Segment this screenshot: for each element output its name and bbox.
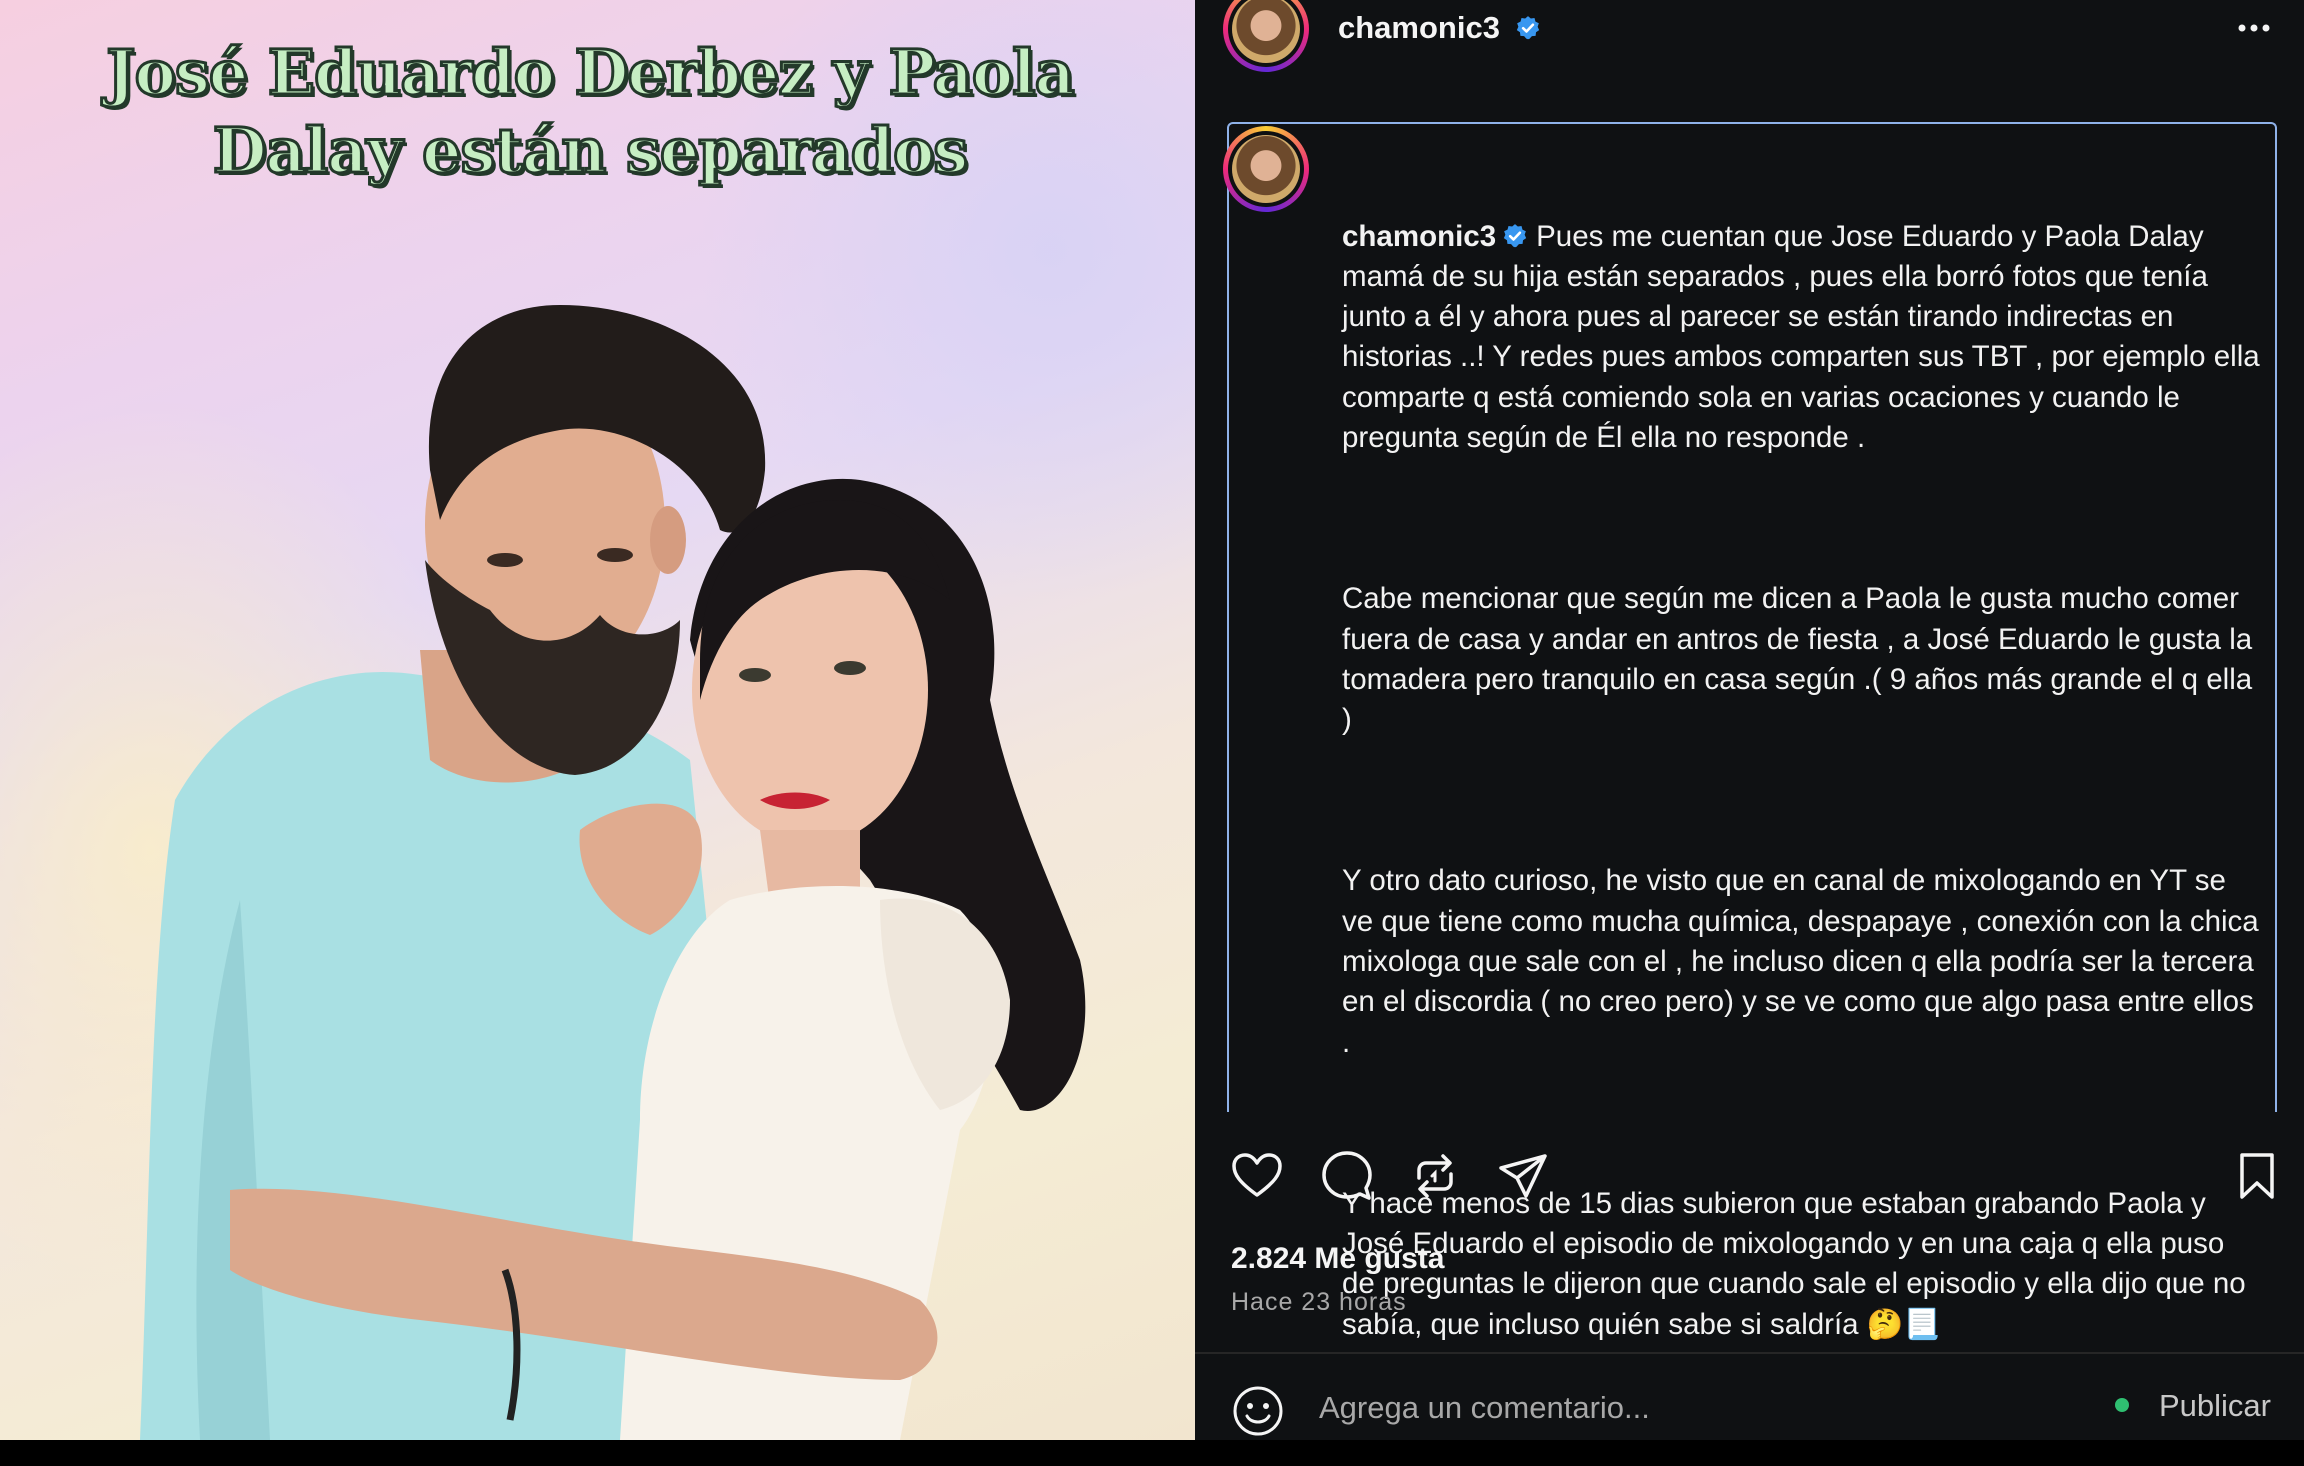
post-panel: chamonic3 chamonic3 Pues me cuentan que J…: [1195, 0, 2304, 1440]
like-button[interactable]: [1229, 1148, 1285, 1204]
post-timestamp[interactable]: Hace 23 horas: [1231, 1288, 1407, 1317]
post-image[interactable]: José Eduardo Derbez y Paola Dalay están …: [0, 0, 1195, 1440]
caption-paragraph-text: Pues me cuentan que Jose Eduardo y Paola…: [1342, 219, 2268, 455]
post-header: chamonic3: [1195, 0, 2304, 72]
caption: chamonic3 Pues me cuentan que Jose Eduard…: [1342, 136, 2262, 1466]
bookmark-icon: [2240, 1153, 2274, 1199]
more-icon[interactable]: [2234, 16, 2274, 40]
caption-paragraph: chamonic3 Pues me cuentan que Jose Eduard…: [1342, 217, 2262, 459]
caption-avatar[interactable]: [1223, 126, 1309, 212]
caption-paragraph: Y otro dato curioso, he visto que en can…: [1342, 864, 2267, 1059]
header-username[interactable]: chamonic3: [1338, 10, 1541, 46]
caption-paragraph: Cabe mencionar que según me dicen a Paol…: [1342, 582, 2261, 737]
comment-button[interactable]: [1319, 1148, 1375, 1204]
heart-icon: [1232, 1153, 1282, 1197]
comment-input[interactable]: [1319, 1390, 2019, 1426]
username-text[interactable]: chamonic3: [1338, 10, 1500, 45]
avatar[interactable]: [1223, 0, 1309, 72]
verified-badge-icon: [1516, 16, 1539, 40]
comment-icon: [1322, 1151, 1372, 1200]
share-icon: [1499, 1154, 1547, 1198]
likes-count[interactable]: 2.824 Me gusta: [1231, 1242, 1444, 1276]
share-button[interactable]: [1495, 1148, 1551, 1204]
couple-photo: [140, 305, 1086, 1440]
repost-button[interactable]: [1407, 1148, 1463, 1204]
verified-badge-icon: [1503, 223, 1527, 247]
headline-line: José Eduardo Derbez y Paola Dalay están …: [105, 35, 1077, 189]
repost-icon: [1417, 1154, 1453, 1198]
caption-username[interactable]: chamonic3: [1342, 220, 1496, 253]
comment-bar: Publicar: [1195, 1354, 2304, 1440]
emoji-icon[interactable]: [1231, 1384, 1285, 1438]
status-dot: [2115, 1398, 2129, 1412]
publish-button[interactable]: Publicar: [2159, 1388, 2271, 1424]
headline-text: José Eduardo Derbez y Paola Dalay están …: [40, 34, 1140, 190]
action-bar: [1195, 1148, 2304, 1208]
save-button[interactable]: [2229, 1148, 2285, 1204]
